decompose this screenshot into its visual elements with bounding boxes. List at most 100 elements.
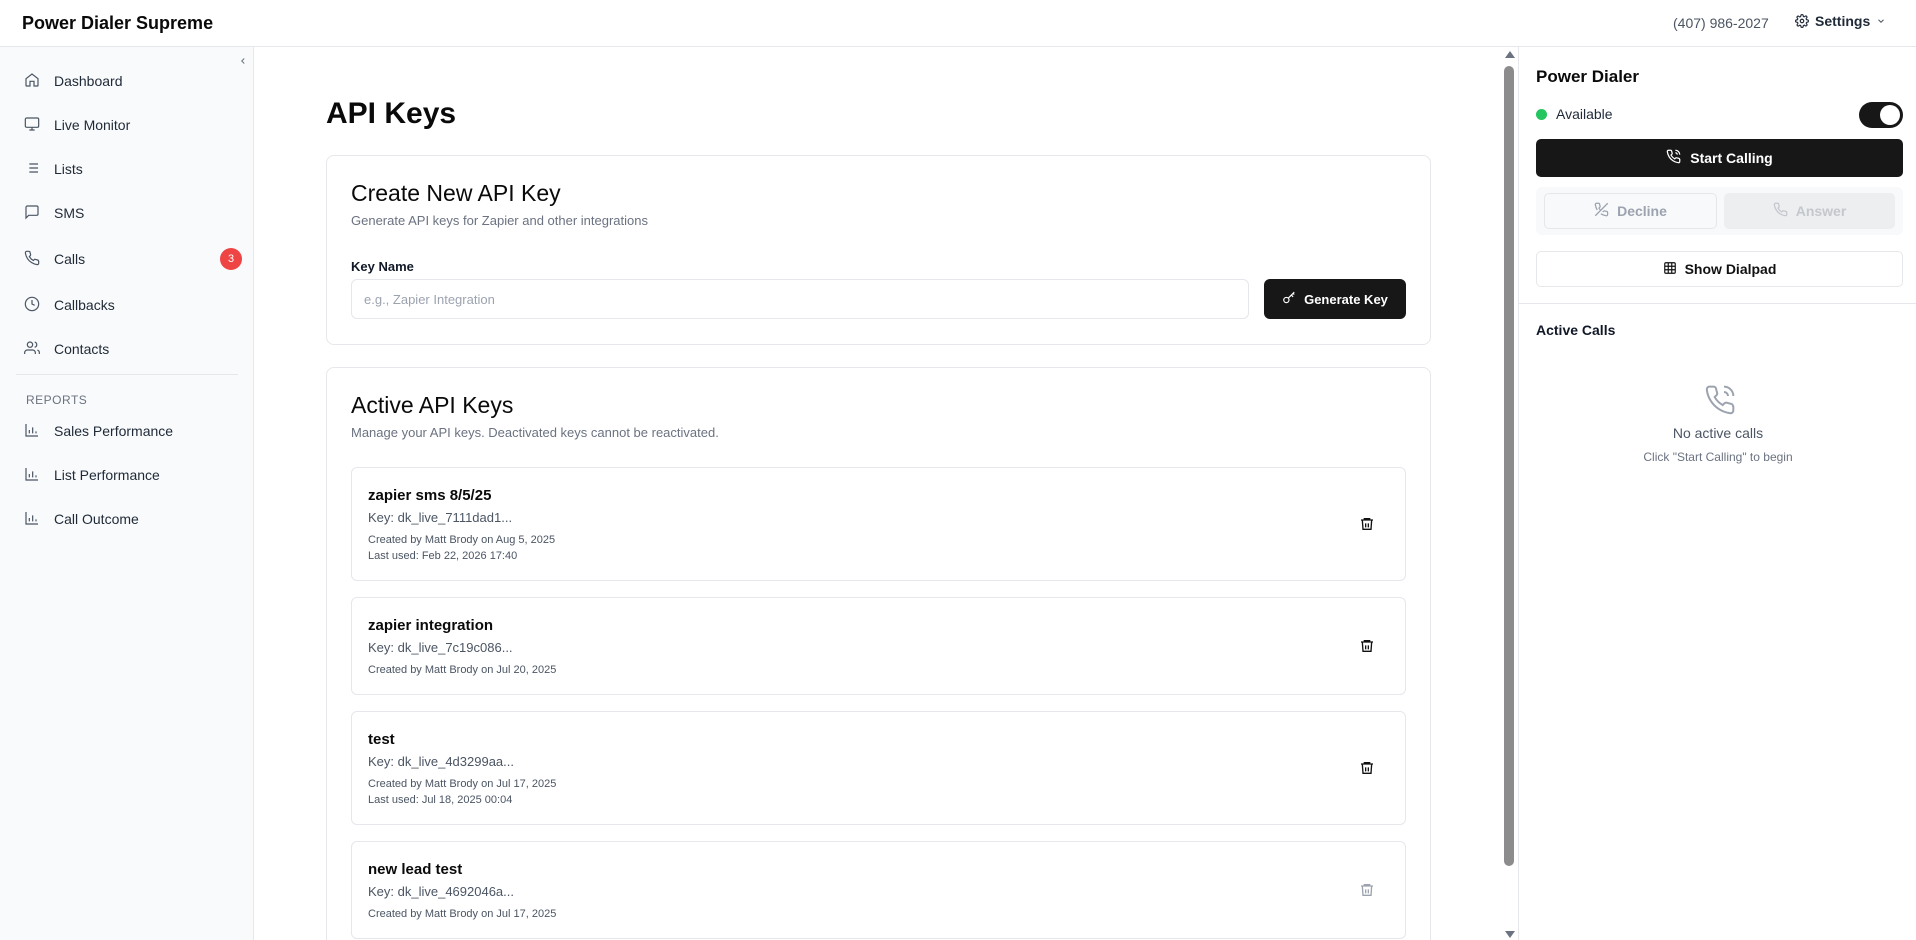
sidebar-item-calls[interactable]: Calls 3 bbox=[24, 245, 242, 273]
sidebar-divider bbox=[16, 374, 238, 375]
decline-label: Decline bbox=[1617, 203, 1667, 219]
reports-section-label: REPORTS bbox=[26, 393, 88, 407]
sidebar-item-contacts[interactable]: Contacts bbox=[24, 335, 234, 363]
scrollbar-thumb[interactable] bbox=[1504, 66, 1514, 866]
panel-divider bbox=[1519, 303, 1916, 304]
sidebar-item-dashboard[interactable]: Dashboard bbox=[24, 67, 234, 95]
generate-key-button[interactable]: Generate Key bbox=[1264, 279, 1406, 319]
settings-label: Settings bbox=[1815, 13, 1871, 29]
api-key-last-used: Last used: Jul 18, 2025 00:04 bbox=[368, 794, 513, 806]
no-active-calls-text: No active calls bbox=[1672, 425, 1764, 441]
sidebar-item-label: Callbacks bbox=[54, 297, 115, 313]
sidebar-item-live-monitor[interactable]: Live Monitor bbox=[24, 111, 234, 139]
show-dialpad-button[interactable]: Show Dialpad bbox=[1536, 251, 1903, 287]
trash-icon[interactable] bbox=[1359, 882, 1375, 898]
sidebar: Dashboard Live Monitor Lists SMS Calls 3… bbox=[0, 47, 254, 940]
scroll-up-arrow-icon[interactable] bbox=[1505, 51, 1515, 58]
sidebar-item-label: SMS bbox=[54, 205, 85, 221]
answer-button[interactable]: Answer bbox=[1724, 193, 1895, 229]
app-brand: Power Dialer Supreme bbox=[22, 13, 214, 33]
message-icon bbox=[24, 204, 40, 223]
bar-chart-icon bbox=[24, 422, 40, 441]
calls-count-badge: 3 bbox=[220, 248, 242, 270]
key-name-input[interactable] bbox=[351, 279, 1249, 319]
api-key-created: Created by Matt Brody on Jul 17, 2025 bbox=[368, 778, 557, 790]
active-calls-title: Active Calls bbox=[1536, 322, 1616, 338]
phone-icon bbox=[1773, 202, 1788, 220]
trash-icon[interactable] bbox=[1359, 638, 1375, 654]
key-icon bbox=[1282, 291, 1296, 308]
bar-chart-icon bbox=[24, 466, 40, 485]
main-content: API Keys Create New API Key Generate API… bbox=[254, 47, 1499, 940]
api-key-last-used: Last used: Feb 22, 2026 17:40 bbox=[368, 550, 518, 562]
api-key-created: Created by Matt Brody on Jul 17, 2025 bbox=[368, 908, 557, 920]
sidebar-item-sms[interactable]: SMS bbox=[24, 199, 234, 227]
sidebar-item-label: List Performance bbox=[54, 467, 160, 483]
monitor-icon bbox=[24, 116, 40, 135]
sidebar-item-lists[interactable]: Lists bbox=[24, 155, 234, 183]
bar-chart-icon bbox=[24, 510, 40, 529]
api-key-item: zapier sms 8/5/25 Key: dk_live_7111dad1.… bbox=[351, 467, 1406, 581]
api-key-item: test Key: dk_live_4d3299aa... Created by… bbox=[351, 711, 1406, 825]
sidebar-item-label: Call Outcome bbox=[54, 511, 139, 527]
sidebar-item-label: Live Monitor bbox=[54, 117, 131, 133]
api-key-name: new lead test bbox=[368, 861, 463, 878]
page-title: API Keys bbox=[326, 97, 457, 130]
api-key-item: new lead test Key: dk_live_4692046a... C… bbox=[351, 841, 1406, 939]
phone-number: (407) 986-2027 bbox=[1673, 15, 1769, 31]
api-key-value: Key: dk_live_7c19c086... bbox=[368, 640, 513, 655]
sidebar-item-label: Contacts bbox=[54, 341, 110, 357]
top-bar: Power Dialer Supreme (407) 986-2027 Sett… bbox=[0, 0, 1916, 47]
api-key-name: test bbox=[368, 731, 395, 748]
start-calling-button[interactable]: Start Calling bbox=[1536, 139, 1903, 177]
card-title: Create New API Key bbox=[351, 180, 561, 206]
api-key-value: Key: dk_live_7111dad1... bbox=[368, 510, 513, 525]
key-name-label: Key Name bbox=[351, 259, 414, 274]
settings-menu-button[interactable]: Settings bbox=[1795, 13, 1886, 29]
sidebar-item-list-performance[interactable]: List Performance bbox=[24, 461, 234, 489]
scroll-down-arrow-icon[interactable] bbox=[1505, 931, 1515, 938]
sidebar-item-call-outcome[interactable]: Call Outcome bbox=[24, 505, 234, 533]
collapse-sidebar-icon[interactable] bbox=[238, 53, 250, 65]
sidebar-item-sales-performance[interactable]: Sales Performance bbox=[24, 417, 234, 445]
sidebar-item-label: Lists bbox=[54, 161, 83, 177]
users-icon bbox=[24, 340, 40, 359]
grid-icon bbox=[1663, 261, 1677, 278]
phone-icon bbox=[24, 250, 40, 269]
api-key-value: Key: dk_live_4d3299aa... bbox=[368, 754, 514, 769]
phone-off-icon bbox=[1594, 202, 1609, 220]
card-subtitle: Manage your API keys. Deactivated keys c… bbox=[351, 425, 719, 440]
api-key-created: Created by Matt Brody on Jul 20, 2025 bbox=[368, 664, 557, 676]
main-scrollbar[interactable] bbox=[1501, 47, 1517, 940]
availability-toggle[interactable] bbox=[1859, 102, 1903, 128]
availability-status: Available bbox=[1536, 106, 1613, 122]
generate-key-label: Generate Key bbox=[1304, 291, 1388, 307]
api-key-item: zapier integration Key: dk_live_7c19c086… bbox=[351, 597, 1406, 695]
sidebar-item-label: Dashboard bbox=[54, 73, 123, 89]
clock-icon bbox=[24, 296, 40, 315]
phone-call-icon bbox=[1704, 384, 1736, 416]
phone-call-icon bbox=[1666, 149, 1681, 167]
api-key-name: zapier integration bbox=[368, 617, 494, 634]
card-title: Active API Keys bbox=[351, 392, 514, 418]
no-active-calls-hint: Click "Start Calling" to begin bbox=[1643, 450, 1793, 464]
decline-button[interactable]: Decline bbox=[1544, 193, 1717, 229]
call-actions-group: Decline Answer bbox=[1536, 187, 1903, 235]
answer-label: Answer bbox=[1795, 203, 1847, 219]
api-key-value: Key: dk_live_4692046a... bbox=[368, 884, 514, 899]
status-dot-icon bbox=[1536, 108, 1547, 120]
sidebar-item-label: Calls bbox=[54, 251, 86, 267]
sidebar-item-callbacks[interactable]: Callbacks bbox=[24, 291, 234, 319]
sidebar-item-label: Sales Performance bbox=[54, 423, 174, 439]
api-key-created: Created by Matt Brody on Aug 5, 2025 bbox=[368, 534, 556, 546]
list-icon bbox=[24, 160, 40, 179]
card-subtitle: Generate API keys for Zapier and other i… bbox=[351, 213, 649, 228]
chevron-down-icon bbox=[1876, 16, 1886, 26]
show-dialpad-label: Show Dialpad bbox=[1684, 261, 1777, 277]
status-label: Available bbox=[1556, 106, 1613, 122]
trash-icon[interactable] bbox=[1359, 760, 1375, 776]
toggle-knob bbox=[1880, 105, 1900, 125]
trash-icon[interactable] bbox=[1359, 516, 1375, 532]
active-api-keys-card: Active API Keys Manage your API keys. De… bbox=[326, 367, 1431, 940]
gear-icon bbox=[1795, 14, 1809, 28]
